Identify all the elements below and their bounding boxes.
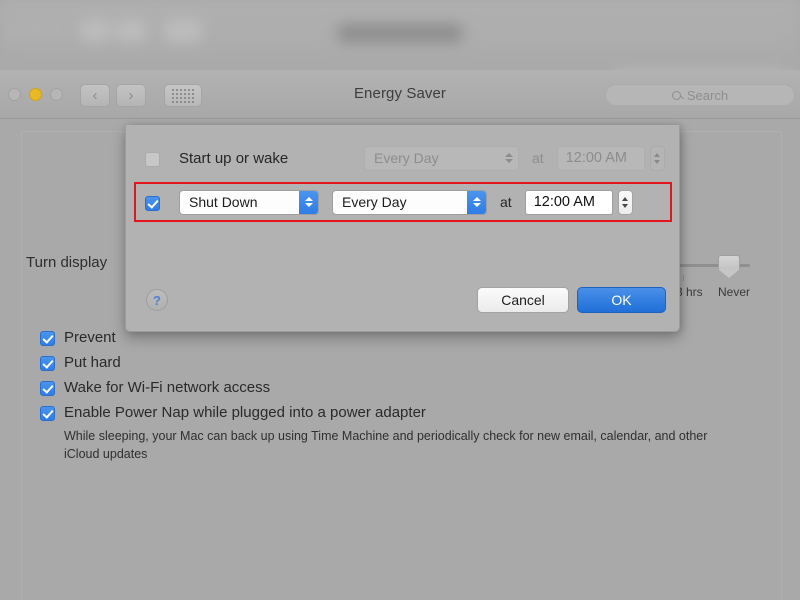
startup-time-field[interactable]: 12:00 AM	[556, 145, 645, 171]
chevron-updown-icon	[299, 190, 318, 214]
shutdown-action-value: Shut Down	[189, 194, 258, 210]
shutdown-action-dropdown[interactable]: Shut Down	[179, 189, 319, 215]
shutdown-row: Shut Down Every Day at 12:00 AM	[145, 187, 633, 217]
startup-frequency-value: Every Day	[374, 150, 439, 166]
checkbox-cell-shutdown	[145, 194, 179, 211]
startup-or-wake-label: Start up or wake	[179, 149, 289, 167]
energy-options-list: Prevent Put hard Wake for Wi-Fi network …	[40, 329, 714, 463]
slider-label-never: Never	[718, 285, 751, 299]
checkbox-shutdown-schedule[interactable]	[145, 195, 160, 211]
chevron-updown-icon	[499, 147, 518, 170]
help-button[interactable]: ?	[146, 289, 168, 311]
question-mark-icon: ?	[153, 292, 161, 308]
option-label-power-nap: Enable Power Nap while plugged into a po…	[64, 404, 426, 421]
option-label-put-hard-disks-to-sleep: Put hard	[64, 354, 121, 371]
startup-time-stepper[interactable]	[649, 145, 665, 171]
shutdown-frequency-value: Every Day	[342, 194, 407, 210]
schedule-sheet-dialog: Start up or wake Every Day at 12:00 AM S…	[125, 125, 680, 332]
option-row-wake-for-wifi[interactable]: Wake for Wi-Fi network access	[40, 379, 714, 396]
search-placeholder: Search	[686, 87, 729, 103]
startup-wake-row: Start up or wake Every Day at 12:00 AM	[145, 143, 665, 173]
startup-time-value: 12:00 AM	[565, 150, 627, 166]
shutdown-at-label: at	[500, 194, 512, 210]
ok-button-label: OK	[611, 292, 632, 308]
slider-thumb[interactable]	[718, 255, 740, 278]
startup-frequency-dropdown[interactable]: Every Day	[364, 145, 519, 171]
slider-tick-3hrs	[683, 275, 684, 281]
shutdown-time-stepper[interactable]	[617, 189, 633, 215]
checkbox-startup-or-wake[interactable]	[145, 151, 160, 167]
search-input[interactable]: Search	[605, 84, 795, 106]
window-titlebar: ‹ › Energy Saver Search	[0, 70, 800, 119]
slider-label-3hrs: 3 hrs	[676, 285, 703, 299]
checkbox-prevent[interactable]	[40, 331, 55, 346]
option-label-wake-for-wifi: Wake for Wi-Fi network access	[64, 379, 271, 396]
power-nap-description: While sleeping, your Mac can back up usi…	[64, 429, 708, 462]
cancel-button[interactable]: Cancel	[477, 287, 569, 313]
startup-at-label: at	[532, 150, 544, 166]
checkbox-put-hard-disks-to-sleep[interactable]	[40, 356, 55, 371]
search-icon	[671, 90, 681, 100]
shutdown-frequency-dropdown[interactable]: Every Day	[332, 189, 487, 215]
chevron-updown-icon	[467, 190, 486, 214]
cancel-button-label: Cancel	[501, 292, 545, 308]
ok-button[interactable]: OK	[577, 287, 666, 313]
option-row-put-hard-disks-to-sleep[interactable]: Put hard	[40, 354, 714, 371]
screenshot-root: ‹ › Energy Saver Search Turn display 3 h…	[0, 0, 800, 600]
option-row-power-nap[interactable]: Enable Power Nap while plugged into a po…	[40, 404, 714, 421]
checkbox-power-nap[interactable]	[40, 406, 55, 421]
shutdown-time-value: 12:00 AM	[533, 194, 595, 210]
checkbox-wake-for-wifi[interactable]	[40, 381, 55, 396]
shutdown-time-field[interactable]: 12:00 AM	[524, 189, 613, 215]
turn-display-label: Turn display	[26, 254, 108, 271]
checkbox-cell-startup	[145, 150, 179, 167]
option-label-prevent: Prevent	[64, 329, 116, 346]
